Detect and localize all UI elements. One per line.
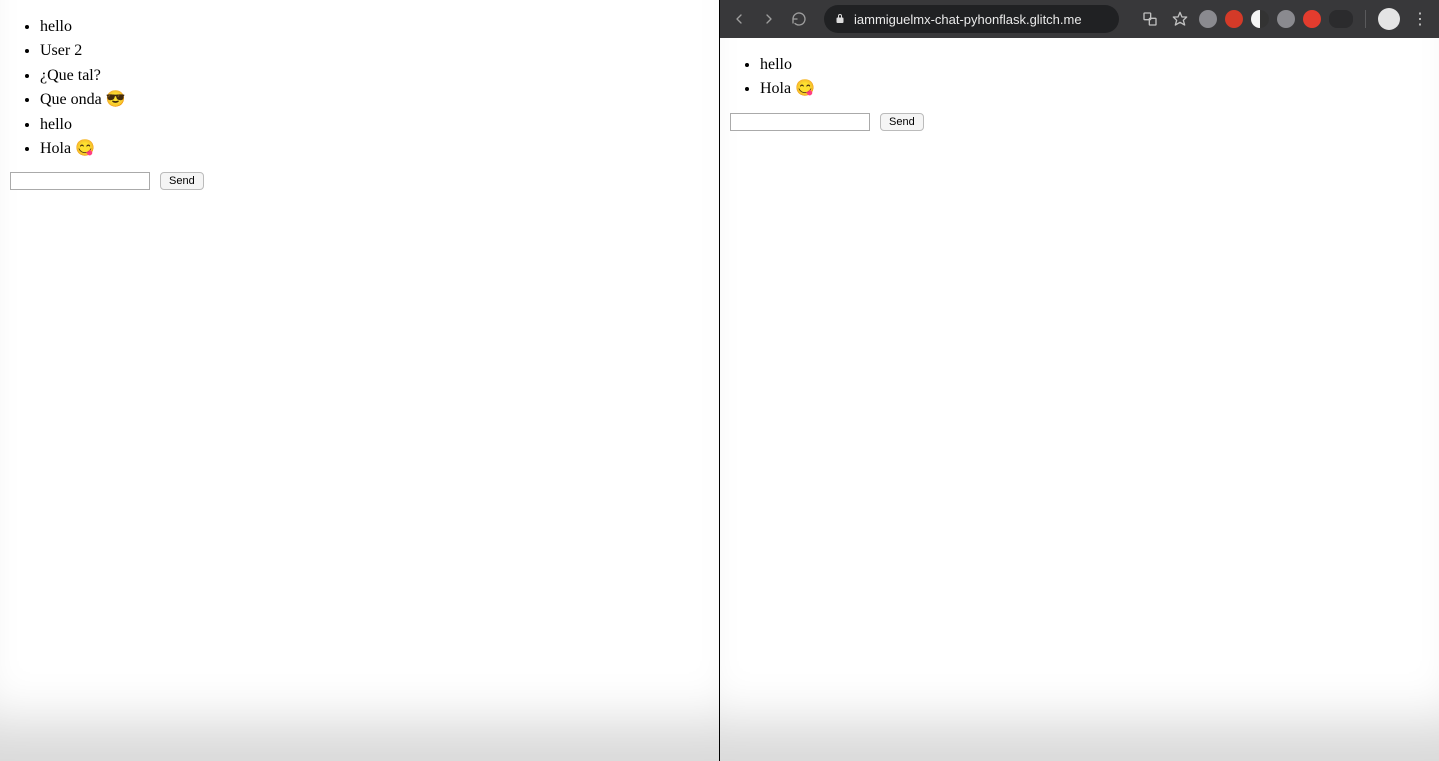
extension-icon[interactable]	[1199, 10, 1217, 28]
nav-forward-button[interactable]	[758, 8, 780, 30]
profile-avatar[interactable]	[1378, 8, 1400, 30]
right-window: iammiguelmx-chat-pyhonflask.glitch.me ⋮ …	[720, 0, 1439, 761]
extension-icon[interactable]	[1251, 10, 1269, 28]
bookmark-star-icon[interactable]	[1169, 8, 1191, 30]
list-item: User 2	[40, 40, 719, 62]
send-button[interactable]: Send	[880, 113, 924, 131]
left-window: hello User 2 ¿Que tal? Que onda 😎 hello …	[0, 0, 719, 761]
chat-form: Send	[0, 172, 719, 190]
list-item: Que onda 😎	[40, 89, 719, 111]
extension-icon[interactable]	[1277, 10, 1295, 28]
list-item: Hola 😋	[40, 138, 719, 160]
chat-page-right: hello Hola 😋 Send	[720, 38, 1439, 131]
address-bar[interactable]: iammiguelmx-chat-pyhonflask.glitch.me	[824, 5, 1119, 33]
extension-icon[interactable]	[1303, 10, 1321, 28]
browser-menu-button[interactable]: ⋮	[1408, 9, 1431, 29]
message-input[interactable]	[730, 113, 870, 131]
chat-page-left: hello User 2 ¿Que tal? Que onda 😎 hello …	[0, 16, 719, 190]
list-item: hello	[40, 114, 719, 136]
translate-icon[interactable]	[1139, 8, 1161, 30]
nav-reload-button[interactable]	[788, 8, 810, 30]
list-item: Hola 😋	[760, 78, 1439, 100]
message-list: hello Hola 😋	[720, 54, 1439, 101]
message-input[interactable]	[10, 172, 150, 190]
list-item: hello	[760, 54, 1439, 76]
lock-icon	[834, 13, 846, 25]
send-button[interactable]: Send	[160, 172, 204, 190]
chat-form: Send	[720, 113, 1439, 131]
url-text: iammiguelmx-chat-pyhonflask.glitch.me	[854, 12, 1082, 27]
toolbar-separator	[1365, 10, 1366, 28]
list-item: hello	[40, 16, 719, 38]
message-list: hello User 2 ¿Que tal? Que onda 😎 hello …	[0, 16, 719, 160]
browser-toolbar: iammiguelmx-chat-pyhonflask.glitch.me ⋮	[720, 0, 1439, 38]
extension-icon[interactable]	[1329, 10, 1353, 28]
extension-icon[interactable]	[1225, 10, 1243, 28]
list-item: ¿Que tal?	[40, 65, 719, 87]
nav-back-button[interactable]	[728, 8, 750, 30]
